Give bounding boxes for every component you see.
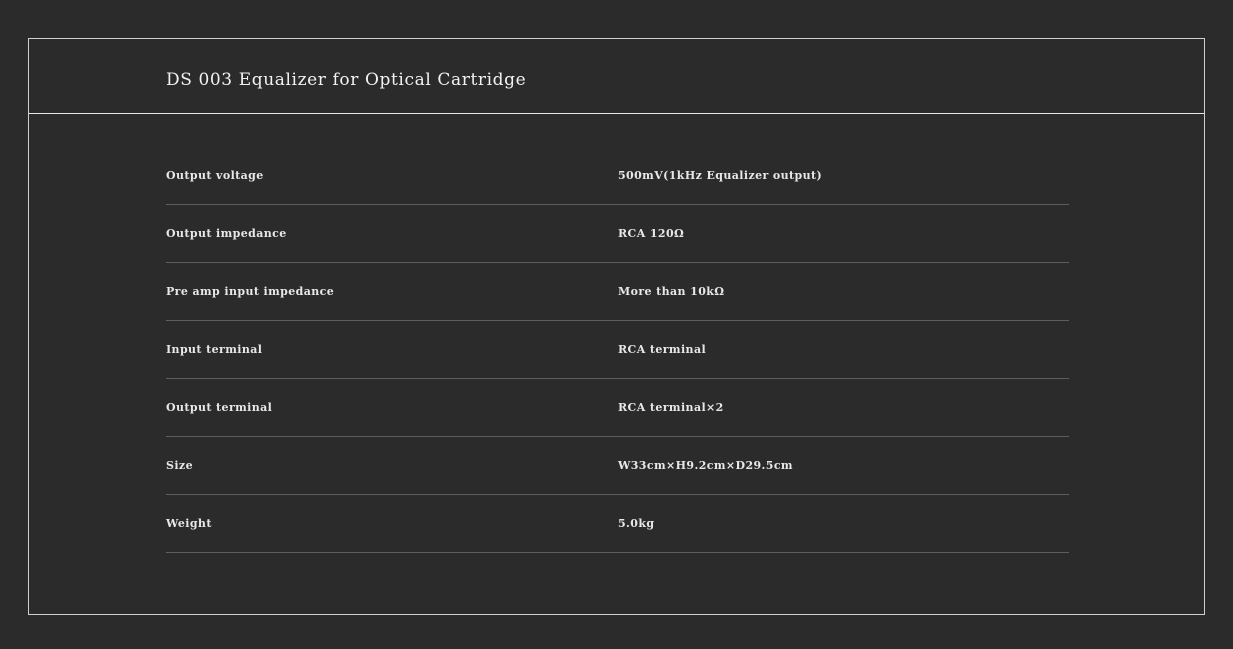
spec-label: Output voltage [166, 169, 264, 182]
spec-row-size: Size W33cm×H9.2cm×D29.5cm [166, 437, 1069, 495]
spec-row-output-terminal: Output terminal RCA terminal×2 [166, 379, 1069, 437]
spec-label: Weight [166, 517, 212, 530]
spec-label: Size [166, 459, 193, 472]
spec-value: 500mV(1kHz Equalizer output) [618, 169, 823, 182]
spec-row-output-voltage: Output voltage 500mV(1kHz Equalizer outp… [166, 147, 1069, 205]
spec-value: RCA terminal [618, 343, 707, 356]
spec-row-weight: Weight 5.0kg [166, 495, 1069, 553]
spec-value: RCA 120Ω [618, 227, 685, 240]
spec-label: Output impedance [166, 227, 287, 240]
spec-row-input-terminal: Input terminal RCA terminal [166, 321, 1069, 379]
page-title: DS 003 Equalizer for Optical Cartridge [166, 70, 527, 90]
spec-label: Pre amp input impedance [166, 285, 335, 298]
panel-header: DS 003 Equalizer for Optical Cartridge [29, 39, 1204, 114]
spec-value: W33cm×H9.2cm×D29.5cm [618, 459, 793, 472]
spec-value: RCA terminal×2 [618, 401, 724, 414]
spec-row-output-impedance: Output impedance RCA 120Ω [166, 205, 1069, 263]
spec-value: More than 10kΩ [618, 285, 725, 298]
spec-label: Input terminal [166, 343, 263, 356]
spec-label: Output terminal [166, 401, 273, 414]
spec-row-pre-amp-input-impedance: Pre amp input impedance More than 10kΩ [166, 263, 1069, 321]
spec-panel: DS 003 Equalizer for Optical Cartridge O… [28, 38, 1205, 615]
spec-value: 5.0kg [618, 517, 655, 530]
spec-table: Output voltage 500mV(1kHz Equalizer outp… [166, 147, 1069, 553]
